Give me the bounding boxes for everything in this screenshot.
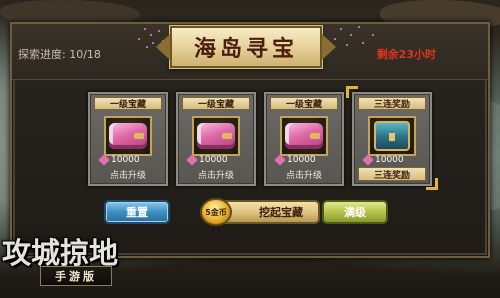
scroll-icon bbox=[109, 123, 147, 149]
logo-subtitle: 手游版 bbox=[40, 266, 112, 286]
card-quantity-value: 10000 bbox=[111, 155, 140, 165]
card-upgrade-action[interactable]: 点击升级 bbox=[94, 167, 162, 181]
card-title: 一级宝藏 bbox=[270, 97, 338, 110]
time-remaining: 剩余23小时 bbox=[376, 48, 436, 61]
highlight-corner-icon bbox=[346, 86, 358, 98]
bonus-card[interactable]: 三连奖励 10000 三连奖励 bbox=[352, 92, 432, 186]
card-item-slot[interactable] bbox=[368, 116, 416, 156]
card-quantity-value: 10000 bbox=[375, 155, 404, 165]
page-title: 海岛寻宝 bbox=[193, 36, 298, 62]
treasure-card-1[interactable]: 一级宝藏 10000 点击升级 bbox=[88, 92, 168, 186]
dig-treasure-label: 挖起宝藏 bbox=[259, 206, 303, 219]
card-title: 三连奖励 bbox=[358, 97, 426, 110]
bonus-label: 三连奖励 bbox=[358, 167, 426, 181]
card-item-slot[interactable] bbox=[192, 116, 240, 156]
max-level-button[interactable]: 满级 bbox=[322, 200, 388, 224]
dig-cost: 5金币 bbox=[205, 207, 227, 217]
game-logo: 攻城掠地 手游版 bbox=[0, 226, 170, 298]
gold-coin-icon: 5金币 bbox=[200, 198, 232, 226]
card-quantity: 10000 bbox=[362, 154, 424, 166]
card-title: 一级宝藏 bbox=[94, 97, 162, 110]
card-title: 一级宝藏 bbox=[182, 97, 250, 110]
reset-button[interactable]: 重置 bbox=[104, 200, 170, 224]
card-upgrade-action[interactable]: 点击升级 bbox=[270, 167, 338, 181]
gem-icon bbox=[362, 154, 374, 166]
gem-icon bbox=[186, 154, 198, 166]
card-quantity: 10000 bbox=[186, 154, 248, 166]
progress-value: 10/18 bbox=[69, 48, 101, 61]
card-upgrade-action[interactable]: 点击升级 bbox=[182, 167, 250, 181]
card-quantity-value: 10000 bbox=[199, 155, 228, 165]
scroll-icon bbox=[197, 123, 235, 149]
treasure-card-2[interactable]: 一级宝藏 10000 点击升级 bbox=[176, 92, 256, 186]
card-item-slot[interactable] bbox=[280, 116, 328, 156]
scroll-icon bbox=[285, 123, 323, 149]
title-plaque: 海岛寻宝 bbox=[170, 26, 322, 68]
card-item-slot[interactable] bbox=[104, 116, 152, 156]
gem-icon bbox=[274, 154, 286, 166]
card-quantity: 10000 bbox=[274, 154, 336, 166]
treasure-chest-icon bbox=[374, 121, 410, 151]
progress-label: 探索进度: bbox=[18, 48, 66, 61]
card-quantity-value: 10000 bbox=[287, 155, 316, 165]
highlight-corner-icon bbox=[426, 178, 438, 190]
card-quantity: 10000 bbox=[98, 154, 160, 166]
gem-icon bbox=[98, 154, 110, 166]
treasure-card-3[interactable]: 一级宝藏 10000 点击升级 bbox=[264, 92, 344, 186]
dig-treasure-button[interactable]: 挖起宝藏 bbox=[218, 200, 320, 224]
exploration-progress: 探索进度: 10/18 bbox=[18, 46, 101, 62]
